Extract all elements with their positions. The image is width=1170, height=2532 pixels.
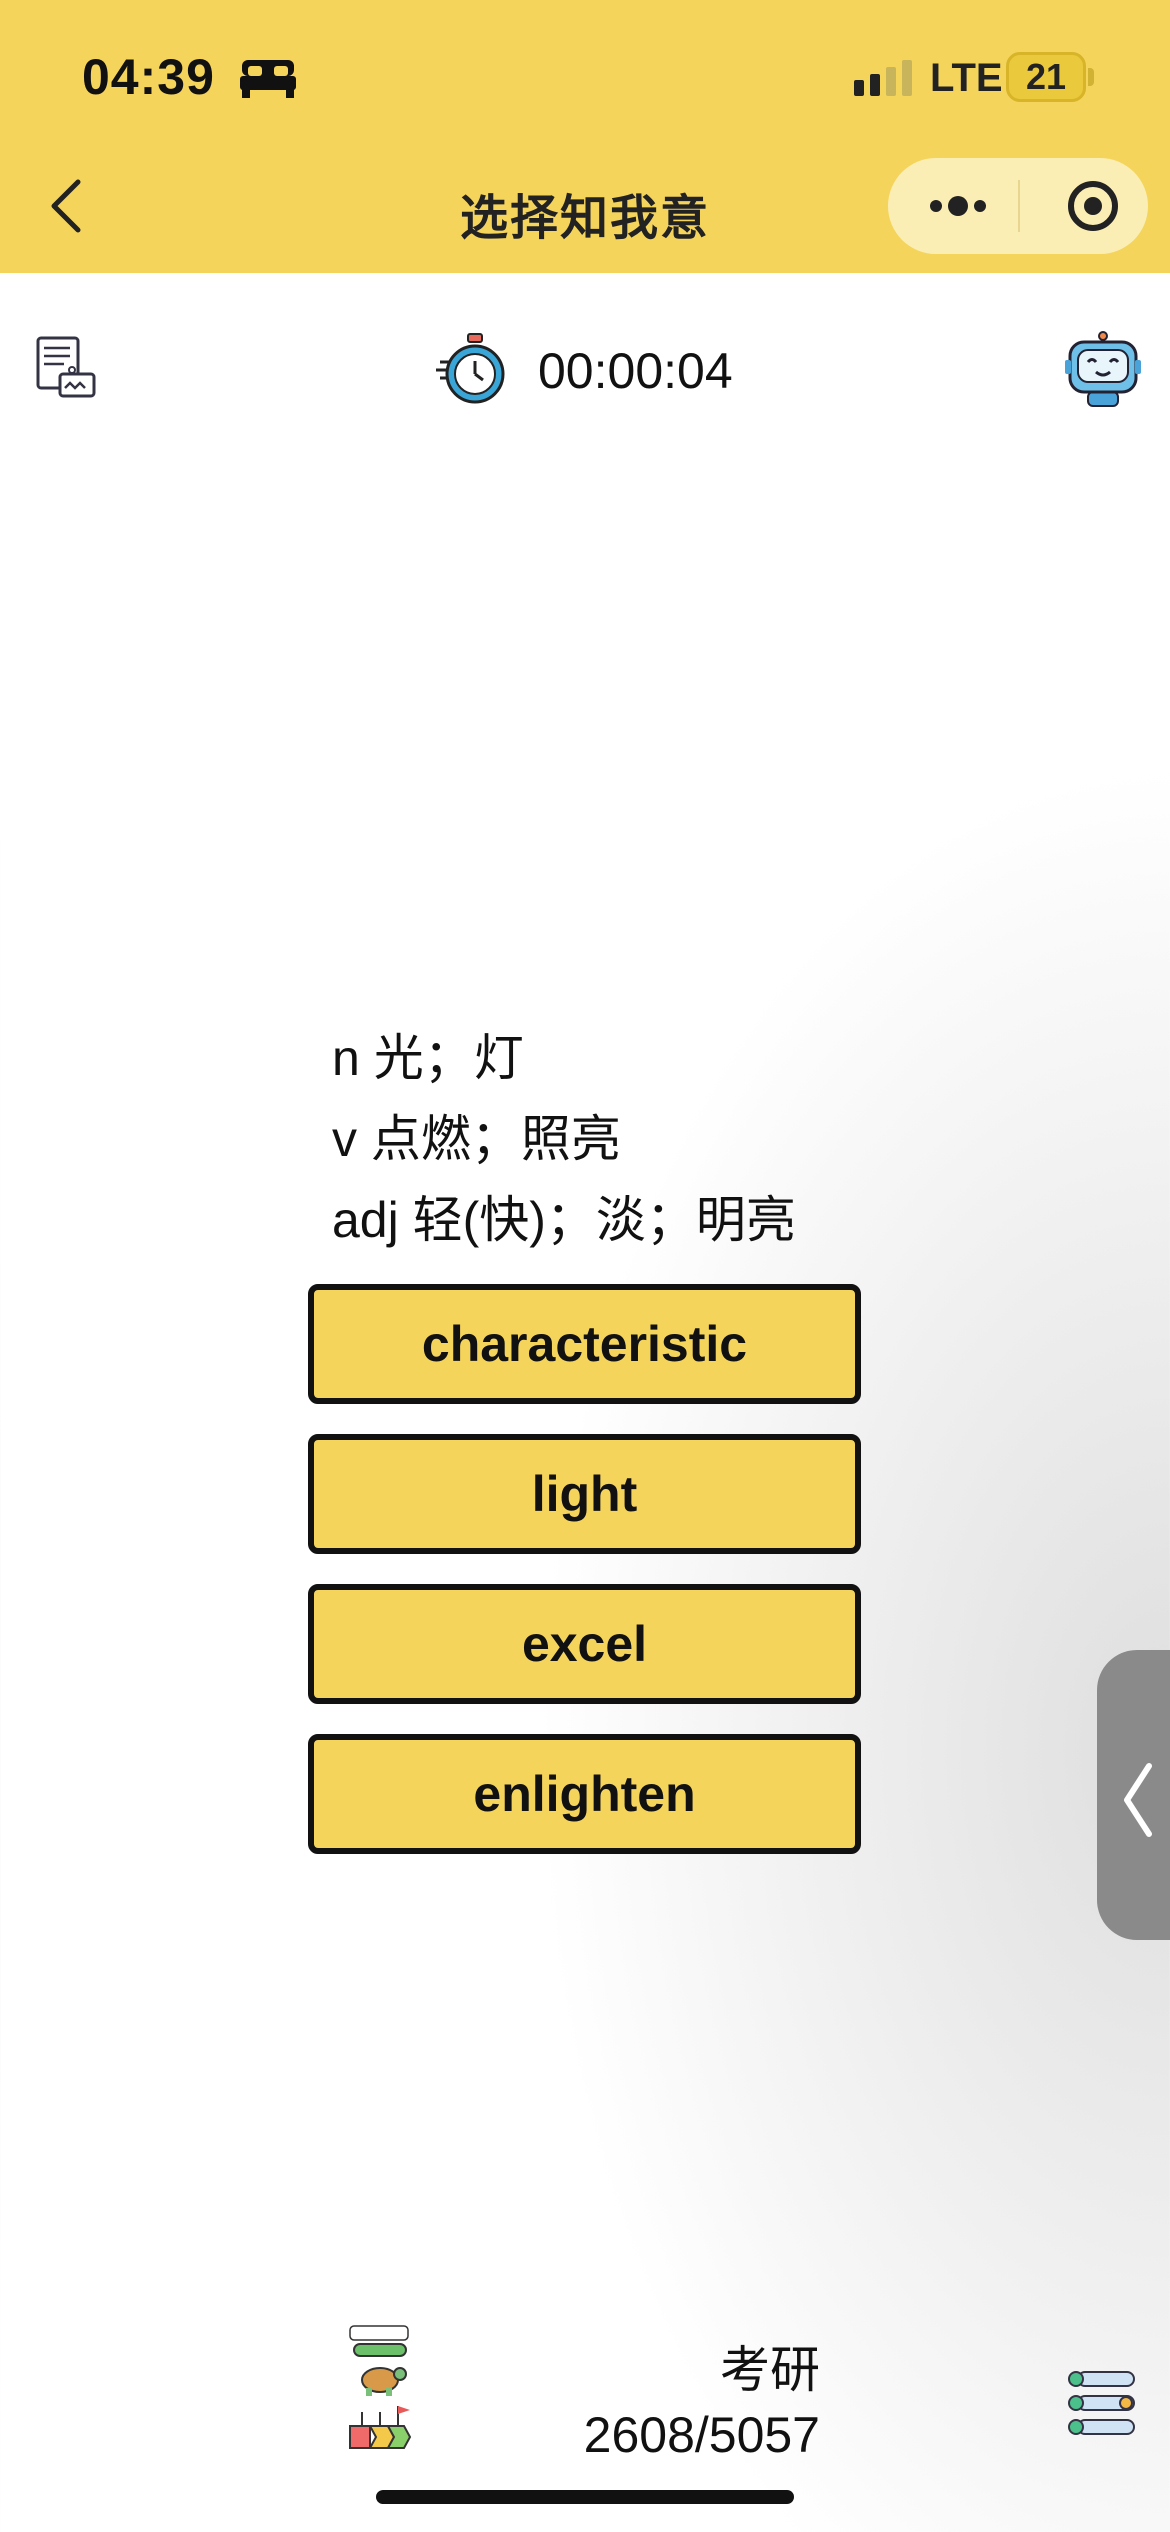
- robot-icon[interactable]: [1064, 330, 1142, 408]
- battery-tip: [1088, 68, 1094, 86]
- chevron-left-icon: [1124, 1763, 1152, 1837]
- list-icon[interactable]: [1068, 2366, 1140, 2442]
- status-time: 04:39: [82, 49, 215, 105]
- definitions: n 光；灯 v 点燃；照亮 adj 轻(快)；淡；明亮: [332, 1018, 796, 1261]
- option-button-characteristic[interactable]: characteristic: [308, 1284, 861, 1404]
- elapsed-time: 00:00:04: [538, 343, 733, 399]
- mini-program-capsule: [888, 158, 1148, 254]
- network-label: LTE: [930, 56, 1003, 100]
- signal-icon: [854, 60, 912, 96]
- paper-icon[interactable]: [34, 334, 98, 400]
- bed-icon: [240, 60, 296, 98]
- option-button-enlighten[interactable]: enlighten: [308, 1734, 861, 1854]
- capsule-divider: [1018, 180, 1020, 232]
- definition-line: v 点燃；照亮: [332, 1111, 621, 1167]
- header: 04:39 LTE 21 选择知我意: [0, 0, 1170, 273]
- page-title: 选择知我意: [459, 192, 710, 245]
- progress-counter: 2608/5057: [583, 2407, 820, 2463]
- battery-icon: 21: [1006, 52, 1086, 102]
- home-indicator: [376, 2490, 794, 2504]
- level-up-icon[interactable]: [348, 2322, 412, 2452]
- more-dots-icon[interactable]: [908, 158, 1008, 254]
- target-icon[interactable]: [1048, 158, 1138, 254]
- battery-level: 21: [1025, 56, 1067, 97]
- side-drawer-tab[interactable]: [1097, 1650, 1170, 1940]
- stopwatch-icon: [436, 333, 505, 404]
- definition-line: n 光；灯: [332, 1030, 524, 1086]
- option-button-excel[interactable]: excel: [308, 1584, 861, 1704]
- definition-line: adj 轻(快)；淡；明亮: [332, 1192, 796, 1248]
- category-label: 考研: [720, 2342, 820, 2398]
- option-button-light[interactable]: light: [308, 1434, 861, 1554]
- back-icon[interactable]: [44, 178, 90, 234]
